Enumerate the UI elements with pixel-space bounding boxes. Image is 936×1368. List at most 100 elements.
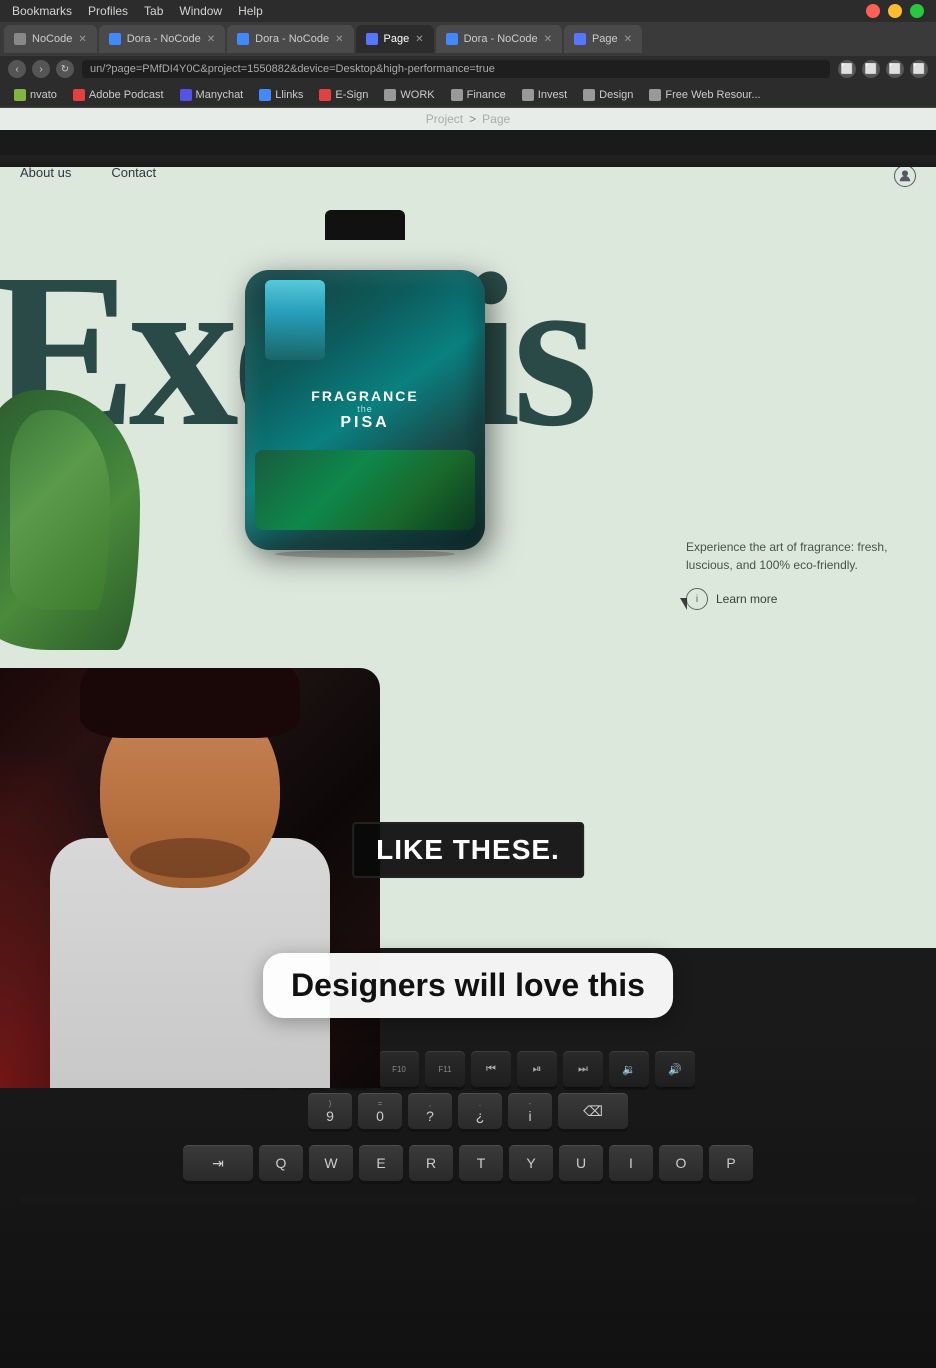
extension-icon-4[interactable]: ⬜ [910, 60, 928, 78]
menu-window[interactable]: Window [179, 4, 222, 18]
bottle-label: FRAGRANCE the PISA [311, 388, 418, 432]
adobe-icon [73, 89, 85, 101]
work-icon [384, 89, 396, 101]
bookmark-adobe[interactable]: Adobe Podcast [67, 87, 170, 103]
url-input[interactable]: un/?page=PMfDI4Y0C&project=1550882&devic… [82, 60, 830, 78]
key-i[interactable]: - i [508, 1093, 552, 1129]
person-hair [80, 668, 300, 738]
tab-close-dora2[interactable]: ✕ [335, 34, 343, 45]
keyboard-row-3: ⇥ Q W E R T Y U I O P [0, 1142, 936, 1184]
nav-contact[interactable]: Contact [111, 165, 156, 180]
forward-button[interactable]: › [32, 60, 50, 78]
address-bar: ‹ › ↻ un/?page=PMfDI4Y0C&project=1550882… [0, 56, 936, 82]
bookmark-esign[interactable]: E-Sign [313, 87, 374, 103]
person-body [20, 688, 360, 1088]
traffic-light-fullscreen[interactable] [910, 4, 924, 18]
bookmark-web[interactable]: Free Web Resour... [643, 87, 766, 103]
key-tab[interactable]: ⇥ [183, 1145, 253, 1181]
key-vol-down[interactable]: 🔉 [609, 1051, 649, 1087]
tab-label-page: Page [384, 33, 410, 45]
bottle-fragrance-text: FRAGRANCE [311, 388, 418, 404]
cursor [680, 598, 687, 610]
extension-icon-2[interactable]: ⬜ [862, 60, 880, 78]
menu-profiles[interactable]: Profiles [88, 4, 128, 18]
tab-close-page[interactable]: ✕ [415, 34, 423, 45]
perfume-bottle-container: FRAGRANCE the PISA [230, 210, 500, 550]
tab-dora-2[interactable]: Dora - NoCode ✕ [227, 25, 353, 53]
caption-designers: Designers will love this [263, 953, 673, 1018]
tab-label-dora2: Dora - NoCode [255, 33, 329, 45]
breadcrumb-project[interactable]: Project [426, 112, 463, 126]
bookmark-envato[interactable]: nvato [8, 87, 63, 103]
key-t[interactable]: T [459, 1145, 503, 1181]
bookmark-manychat[interactable]: Manychat [174, 87, 250, 103]
key-prev-track[interactable]: ⏮ [471, 1051, 511, 1087]
tab-favicon-dora3 [446, 33, 458, 45]
tab-nocode[interactable]: NoCode ✕ [4, 25, 97, 53]
bottle-cap [325, 210, 405, 240]
tab-favicon-dora1 [109, 33, 121, 45]
key-y[interactable]: Y [509, 1145, 553, 1181]
screen-bezel [0, 155, 936, 167]
reload-button[interactable]: ↻ [56, 60, 74, 78]
traffic-light-close[interactable] [866, 4, 880, 18]
back-button[interactable]: ‹ [8, 60, 26, 78]
menu-tab[interactable]: Tab [144, 4, 163, 18]
bookmark-finance[interactable]: Finance [445, 87, 512, 103]
nav-avatar[interactable] [894, 165, 916, 187]
key-play[interactable]: ⏯ [517, 1051, 557, 1087]
learn-more-label: Learn more [716, 592, 777, 606]
menu-help[interactable]: Help [238, 4, 263, 18]
menu-bar: Bookmarks Profiles Tab Window Help [0, 0, 936, 22]
breadcrumb-page[interactable]: Page [482, 112, 510, 126]
tab-close-dora3[interactable]: ✕ [544, 34, 552, 45]
key-backspace[interactable]: ⌫ [558, 1093, 628, 1129]
key-o[interactable]: O [659, 1145, 703, 1181]
tab-page-active[interactable]: Page ✕ [356, 25, 434, 53]
key-f10[interactable]: F10 [379, 1051, 419, 1087]
bookmark-llinks[interactable]: Llinks [253, 87, 309, 103]
learn-more-button[interactable]: i Learn more [686, 588, 906, 610]
nav-about[interactable]: About us [20, 165, 71, 180]
bookmark-work[interactable]: WORK [378, 87, 440, 103]
tab-close-page2[interactable]: ✕ [624, 34, 632, 45]
envato-icon [14, 89, 26, 101]
extension-icon-3[interactable]: ⬜ [886, 60, 904, 78]
tab-dora-3[interactable]: Dora - NoCode ✕ [436, 25, 562, 53]
browser-chrome: Bookmarks Profiles Tab Window Help NoCod… [0, 0, 936, 130]
extension-icon-1[interactable]: ⬜ [838, 60, 856, 78]
key-e[interactable]: E [359, 1145, 403, 1181]
browser-icons: ⬜ ⬜ ⬜ ⬜ [838, 60, 928, 78]
tab-close-dora1[interactable]: ✕ [207, 34, 215, 45]
tab-page-2[interactable]: Page ✕ [564, 25, 642, 53]
breadcrumb-separator: > [469, 112, 476, 126]
key-next-track[interactable]: ⏭ [563, 1051, 603, 1087]
key-question[interactable]: , ? [408, 1093, 452, 1129]
bottle-the-text: the [311, 404, 418, 414]
traffic-light-minimize[interactable] [888, 4, 902, 18]
tab-favicon-dora2 [237, 33, 249, 45]
key-i-row3[interactable]: I [609, 1145, 653, 1181]
hero-section: Exquis FRAGRANCE the PISA Experience the… [0, 190, 936, 670]
key-r[interactable]: R [409, 1145, 453, 1181]
tab-label-dora3: Dora - NoCode [464, 33, 538, 45]
key-q[interactable]: Q [259, 1145, 303, 1181]
key-inverted-question[interactable]: . ¿ [458, 1093, 502, 1129]
tab-close-nocode[interactable]: ✕ [78, 34, 86, 45]
tab-label-nocode: NoCode [32, 33, 72, 45]
bookmarks-bar: nvato Adobe Podcast Manychat Llinks E-Si… [0, 82, 936, 108]
key-vol-up[interactable]: 🔊 [655, 1051, 695, 1087]
key-9[interactable]: ) 9 [308, 1093, 352, 1129]
person-overlay [0, 668, 380, 1088]
bottle-pisa-text: PISA [311, 414, 418, 432]
key-0[interactable]: = 0 [358, 1093, 402, 1129]
bookmark-design[interactable]: Design [577, 87, 639, 103]
menu-bookmarks[interactable]: Bookmarks [12, 4, 72, 18]
bookmark-invest[interactable]: Invest [516, 87, 573, 103]
learn-more-icon: i [686, 588, 708, 610]
key-f11[interactable]: F11 [425, 1051, 465, 1087]
key-u[interactable]: U [559, 1145, 603, 1181]
key-p[interactable]: P [709, 1145, 753, 1181]
tab-dora-1[interactable]: Dora - NoCode ✕ [99, 25, 225, 53]
key-w[interactable]: W [309, 1145, 353, 1181]
